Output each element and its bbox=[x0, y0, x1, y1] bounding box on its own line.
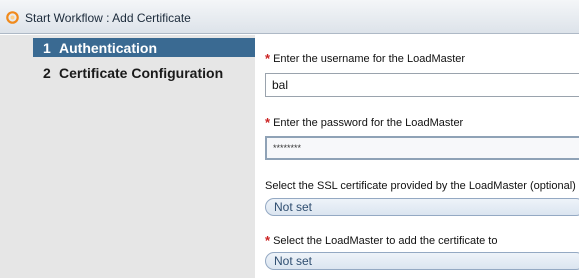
step-certificate-configuration[interactable]: 2 Certificate Configuration bbox=[33, 63, 255, 82]
wizard-steps-sidebar: 1 Authentication 2 Certificate Configura… bbox=[0, 35, 255, 278]
username-field[interactable]: bal bbox=[265, 73, 579, 97]
workflow-icon bbox=[6, 11, 19, 24]
ssl-certificate-value: Not set bbox=[274, 200, 313, 214]
step-label: Certificate Configuration bbox=[59, 64, 224, 81]
required-marker: * bbox=[265, 115, 271, 130]
required-marker: * bbox=[265, 51, 271, 66]
password-label: * Enter the password for the LoadMaster bbox=[265, 115, 464, 130]
step-number: 2 bbox=[43, 64, 51, 81]
password-value: ******** bbox=[273, 143, 302, 153]
loadmaster-label: * Select the LoadMaster to add the certif… bbox=[265, 233, 498, 248]
step-label: Authentication bbox=[59, 39, 157, 56]
password-field[interactable]: ******** bbox=[265, 136, 579, 160]
step-number: 1 bbox=[43, 39, 51, 56]
username-value: bal bbox=[272, 78, 289, 92]
ssl-certificate-label: Select the SSL certificate provided by t… bbox=[265, 180, 576, 192]
username-label: * Enter the username for the LoadMaster bbox=[265, 51, 466, 66]
required-marker: * bbox=[265, 233, 271, 248]
loadmaster-select[interactable]: Not set bbox=[265, 252, 579, 270]
form-panel: * Enter the username for the LoadMaster b… bbox=[255, 35, 579, 278]
ssl-certificate-select[interactable]: Not set bbox=[265, 198, 579, 216]
window-title: Start Workflow : Add Certificate bbox=[25, 11, 191, 25]
step-authentication[interactable]: 1 Authentication bbox=[33, 38, 255, 57]
window-titlebar: Start Workflow : Add Certificate bbox=[0, 0, 579, 34]
loadmaster-value: Not set bbox=[274, 254, 313, 268]
